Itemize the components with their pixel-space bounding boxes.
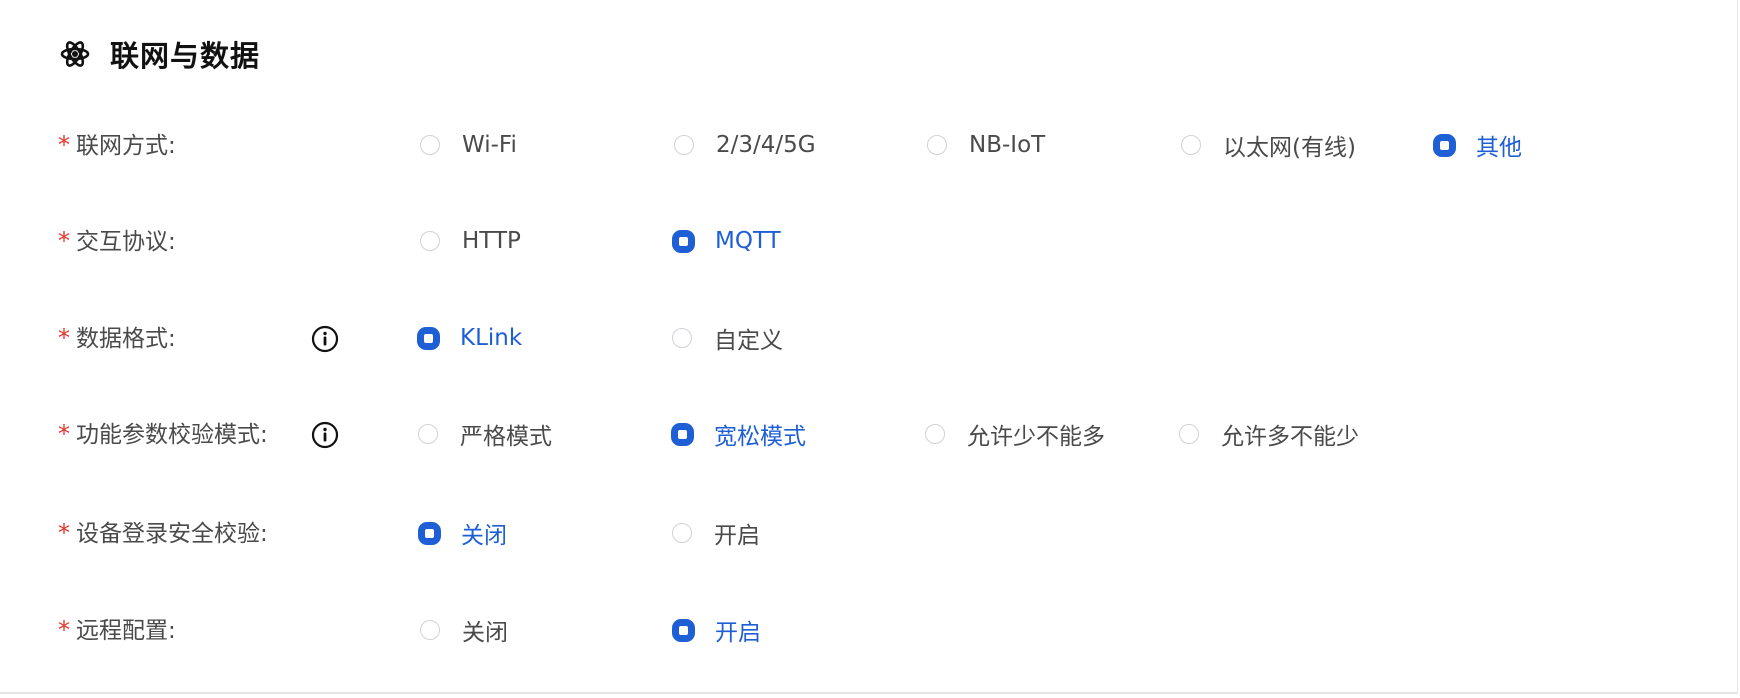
info-circle-icon[interactable] xyxy=(311,325,339,353)
radio-label: 2/3/4/5G xyxy=(716,132,816,158)
radio-label: 其他 xyxy=(1476,135,1522,161)
radio-circle[interactable] xyxy=(1181,135,1201,155)
row-label-text: 数据格式: xyxy=(76,326,176,352)
radio-label: 关闭 xyxy=(462,620,508,646)
row-label: * 功能参数校验模式: xyxy=(58,414,268,454)
info-circle-icon[interactable] xyxy=(311,421,339,449)
row-label-text: 远程配置: xyxy=(76,618,176,644)
radio-circle[interactable] xyxy=(674,135,694,155)
radio-label: 自定义 xyxy=(714,328,783,354)
row-label: * 交互协议: xyxy=(58,221,176,261)
radio-circle-checked[interactable] xyxy=(672,618,695,642)
radio-remote-config-on[interactable]: 开启 xyxy=(672,610,761,650)
radio-login-security-off[interactable]: 关闭 xyxy=(418,513,507,553)
row-label: * 设备登录安全校验: xyxy=(58,513,268,553)
radio-label: 允许多不能少 xyxy=(1221,424,1359,450)
form-row-network-mode: * 联网方式: Wi-Fi 2/3/4/5G NB-IoT 以太网(有线) 其他 xyxy=(0,125,1740,165)
form-row-login-security: * 设备登录安全校验: 关闭 开启 xyxy=(0,513,1740,553)
radio-label: 宽松模式 xyxy=(714,424,806,450)
network-data-panel: 联网与数据 * 联网方式: Wi-Fi 2/3/4/5G NB-IoT 以太网(有… xyxy=(0,0,1738,694)
radio-circle[interactable] xyxy=(672,328,692,348)
row-label: * 数据格式: xyxy=(58,318,176,358)
radio-other[interactable]: 其他 xyxy=(1433,125,1522,165)
radio-allow-fewer[interactable]: 允许少不能多 xyxy=(925,414,1105,454)
radio-circle[interactable] xyxy=(1179,424,1199,444)
required-mark: * xyxy=(58,519,70,547)
radio-login-security-on[interactable]: 开启 xyxy=(672,513,760,553)
radio-label: 严格模式 xyxy=(460,424,552,450)
radio-circle-checked[interactable] xyxy=(417,326,440,350)
required-mark: * xyxy=(58,227,70,255)
row-label: * 联网方式: xyxy=(58,125,176,165)
required-mark: * xyxy=(58,420,70,448)
radio-circle[interactable] xyxy=(420,231,440,251)
radio-circle-checked[interactable] xyxy=(418,521,441,545)
form-row-protocol: * 交互协议: HTTP MQTT xyxy=(0,221,1740,261)
radio-cellular[interactable]: 2/3/4/5G xyxy=(674,125,816,165)
radio-label: NB-IoT xyxy=(969,132,1046,158)
radio-label: HTTP xyxy=(462,228,521,254)
radio-circle[interactable] xyxy=(420,620,440,640)
required-mark: * xyxy=(58,131,70,159)
required-mark: * xyxy=(58,616,70,644)
radio-custom[interactable]: 自定义 xyxy=(672,318,783,358)
radio-circle-checked[interactable] xyxy=(671,422,694,446)
radio-ethernet[interactable]: 以太网(有线) xyxy=(1181,125,1356,165)
form-row-remote-config: * 远程配置: 关闭 开启 xyxy=(0,610,1740,650)
radio-label: 开启 xyxy=(714,523,760,549)
radio-wifi[interactable]: Wi-Fi xyxy=(420,125,517,165)
row-label-text: 设备登录安全校验: xyxy=(76,521,268,547)
form-row-param-validation: * 功能参数校验模式: 严格模式 宽松模式 允许少不能多 允许多不能少 xyxy=(0,414,1740,454)
section-title: 联网与数据 xyxy=(110,39,261,73)
radio-label: 以太网(有线) xyxy=(1223,135,1356,161)
radio-nb-iot[interactable]: NB-IoT xyxy=(927,125,1045,165)
form-row-data-format: * 数据格式: KLink 自定义 xyxy=(0,318,1740,358)
radio-circle-checked[interactable] xyxy=(1433,133,1456,157)
radio-label: KLink xyxy=(460,325,523,351)
radio-label: 关闭 xyxy=(461,523,507,549)
radio-klink[interactable]: KLink xyxy=(417,318,522,358)
radio-circle[interactable] xyxy=(925,424,945,444)
radio-strict-mode[interactable]: 严格模式 xyxy=(418,414,552,454)
radio-http[interactable]: HTTP xyxy=(420,221,521,261)
row-label-text: 交互协议: xyxy=(76,229,176,255)
radio-allow-more[interactable]: 允许多不能少 xyxy=(1179,414,1359,454)
radio-circle[interactable] xyxy=(927,135,947,155)
row-label: * 远程配置: xyxy=(58,610,176,650)
radio-circle[interactable] xyxy=(418,424,438,444)
radio-label: 允许少不能多 xyxy=(967,424,1105,450)
radio-label: 开启 xyxy=(715,620,761,646)
row-label-text: 联网方式: xyxy=(76,133,176,159)
required-mark: * xyxy=(58,324,70,352)
radio-remote-config-off[interactable]: 关闭 xyxy=(420,610,508,650)
radio-loose-mode[interactable]: 宽松模式 xyxy=(671,414,806,454)
radio-mqtt[interactable]: MQTT xyxy=(672,221,781,261)
radio-label: Wi-Fi xyxy=(462,132,517,158)
radio-circle[interactable] xyxy=(420,135,440,155)
radio-circle[interactable] xyxy=(672,523,692,543)
row-label-text: 功能参数校验模式: xyxy=(76,422,268,448)
section-header: 联网与数据 xyxy=(60,34,260,74)
atom-icon xyxy=(60,39,90,69)
radio-label: MQTT xyxy=(715,228,781,254)
radio-circle-checked[interactable] xyxy=(672,229,695,253)
